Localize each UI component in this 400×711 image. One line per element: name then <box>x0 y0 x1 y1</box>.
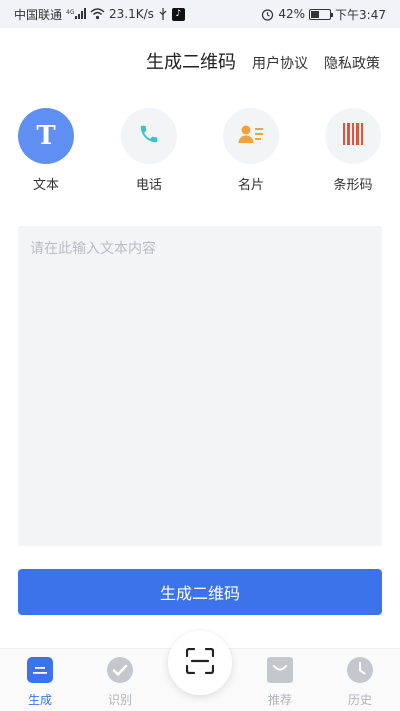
scan-icon <box>185 647 215 678</box>
status-bar-left: 中国联通 4G 23.1K/s ♪ <box>14 6 185 23</box>
nav-generate[interactable]: 生成 <box>10 657 70 708</box>
wifi-icon <box>90 8 105 20</box>
phone-icon <box>138 123 160 149</box>
type-phone-circle[interactable] <box>121 108 177 164</box>
generate-qrcode-button[interactable]: 生成二维码 <box>18 569 382 615</box>
nav-recommend[interactable]: 推荐 <box>250 657 310 708</box>
type-card[interactable]: 名片 <box>216 108 286 193</box>
text-T-icon: T <box>36 121 56 151</box>
network-type: 4G <box>66 9 75 16</box>
battery-level <box>311 10 320 18</box>
carrier-name: 中国联通 <box>14 7 63 22</box>
barcode-icon <box>342 122 364 150</box>
check-icon <box>107 657 133 687</box>
header: 生成二维码 用户协议 隐私政策 <box>146 48 380 74</box>
battery-percent: 42% <box>278 7 306 21</box>
text-content-input[interactable] <box>18 226 382 546</box>
type-text-label: 文本 <box>32 178 59 193</box>
recommend-icon <box>267 657 293 687</box>
type-text-circle[interactable]: T <box>18 108 74 164</box>
clock-icon <box>347 657 373 687</box>
signal-icon: 4G <box>66 8 87 20</box>
nav-history[interactable]: 历史 <box>330 657 390 708</box>
nav-recommend-label: 推荐 <box>267 693 292 707</box>
status-bar: 中国联通 4G 23.1K/s ♪ 42% 下午3:47 <box>0 0 400 28</box>
nav-recognize-label: 识别 <box>107 693 132 707</box>
battery-icon <box>309 8 334 20</box>
alarm-icon <box>261 8 274 21</box>
user-agreement-link[interactable]: 用户协议 <box>252 53 308 73</box>
clock-time: 下午3:47 <box>335 7 386 22</box>
nav-history-label: 历史 <box>347 693 372 707</box>
tiktok-icon: ♪ <box>171 7 185 21</box>
type-barcode-circle[interactable] <box>325 108 381 164</box>
type-phone[interactable]: 电话 <box>114 108 184 193</box>
type-card-circle[interactable] <box>223 108 279 164</box>
type-barcode-label: 条形码 <box>333 178 373 193</box>
status-bar-right: 42% 下午3:47 <box>261 6 386 23</box>
privacy-policy-link[interactable]: 隐私政策 <box>324 53 380 73</box>
page-title: 生成二维码 <box>146 52 236 73</box>
type-selector: T 文本 电话 名片 条形码 <box>0 108 400 198</box>
type-phone-label: 电话 <box>135 178 162 193</box>
type-barcode[interactable]: 条形码 <box>318 108 388 193</box>
text-input-area <box>18 226 382 546</box>
type-text[interactable]: T 文本 <box>11 108 81 193</box>
network-speed: 23.1K/s <box>109 7 154 21</box>
generate-icon <box>27 657 53 687</box>
type-card-label: 名片 <box>237 178 264 193</box>
nav-generate-label: 生成 <box>27 693 52 707</box>
nav-recognize[interactable]: 识别 <box>90 657 150 708</box>
business-card-icon <box>238 123 264 149</box>
usb-icon <box>158 8 168 20</box>
scan-button[interactable] <box>168 631 232 695</box>
